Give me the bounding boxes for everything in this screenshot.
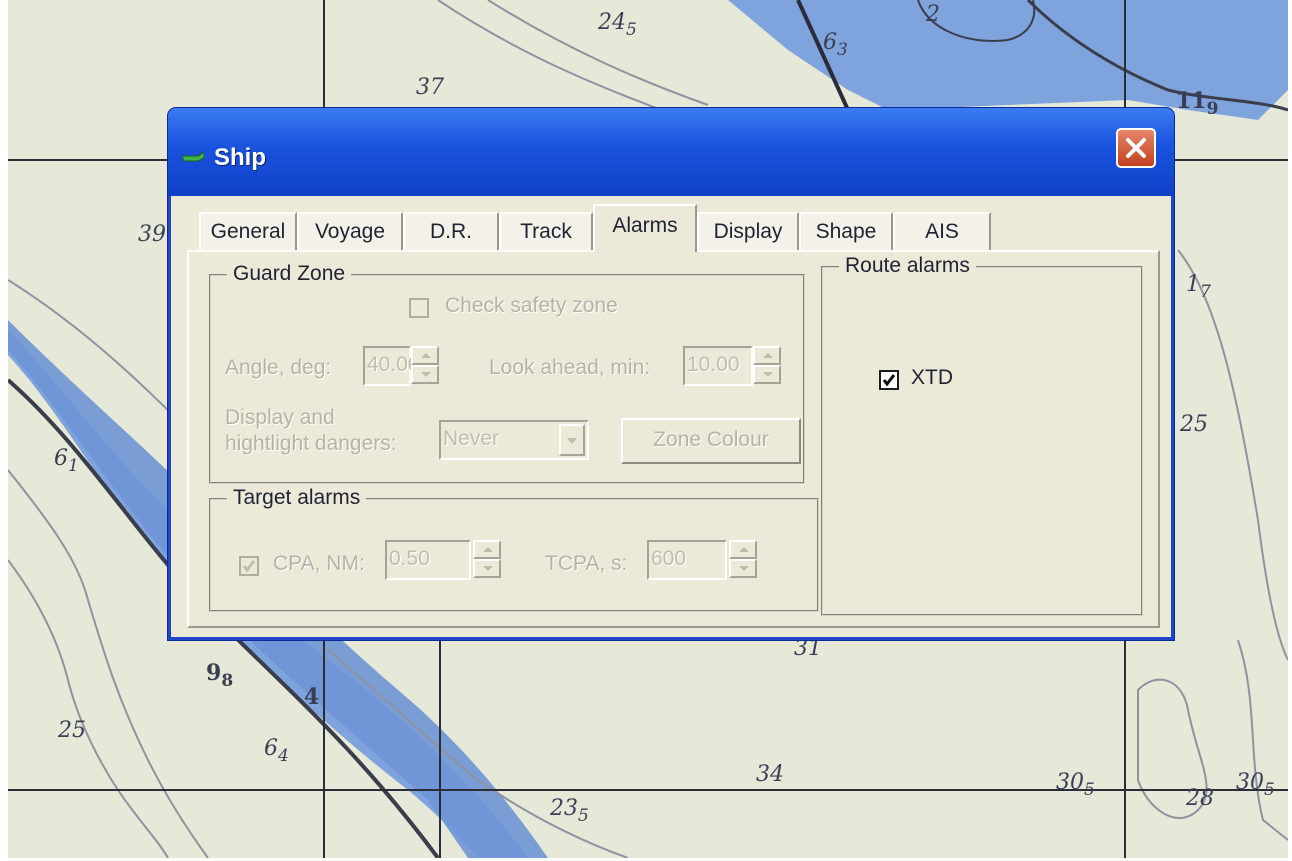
tab-general[interactable]: General [199,212,297,252]
chevron-down-icon[interactable] [559,424,585,456]
dangers-label-line1: Display and [225,406,335,429]
tab-display[interactable]: Display [697,212,799,252]
dialog-title: Ship [214,144,266,171]
depth-sounding: 17 [1186,272,1211,302]
tab-voyage[interactable]: Voyage [297,212,403,252]
depth-sounding: 63 [823,30,848,60]
route-alarms-group: Route alarms XTD [821,254,1143,616]
depth-sounding: 61 [54,446,79,476]
ship-dialog: Ship General Voyage D.R. Track Alarms Di… [168,108,1174,640]
dialog-body: General Voyage D.R. Track Alarms Display… [171,196,1171,637]
dangers-label-line2: hightlight dangers: [225,432,397,455]
xtd-label: XTD [911,366,953,389]
check-safety-zone-label: Check safety zone [445,294,618,317]
route-alarms-legend: Route alarms [839,254,976,278]
look-ahead-label: Look ahead, min: [489,356,651,379]
depth-sounding: 305 [1236,770,1275,800]
depth-sounding: 2 [926,2,940,27]
depth-sounding: 28 [1186,786,1214,811]
depth-contour [1237,639,1288,841]
depth-sounding: 235 [550,796,589,826]
ship-icon [182,151,204,162]
tcpa-label: TCPA, s: [545,552,628,575]
depth-sounding: 4 [304,684,320,710]
spin-up-icon[interactable] [473,540,501,559]
depth-sounding: 34 [756,762,784,787]
spin-down-icon[interactable] [473,559,501,578]
spin-up-icon[interactable] [753,346,781,365]
tab-track[interactable]: Track [499,212,593,252]
tcpa-input[interactable]: 600 [647,540,727,580]
depth-sounding: 64 [264,736,289,766]
check-safety-zone-checkbox[interactable] [409,298,429,318]
cpa-spinner[interactable] [473,540,501,580]
spin-up-icon[interactable] [729,540,757,559]
spin-up-icon[interactable] [411,346,439,365]
spin-down-icon[interactable] [753,365,781,384]
xtd-checkbox[interactable] [879,370,899,390]
check-icon [882,374,896,387]
depth-contour [1177,249,1288,661]
cpa-input[interactable]: 0.50 [385,540,471,580]
depth-sounding: 31 [794,636,822,661]
guard-zone-group: Guard Zone Check safety zone Angle, deg:… [209,262,805,484]
depth-sounding: 98 [206,660,234,691]
angle-label: Angle, deg: [225,356,332,379]
cpa-checkbox[interactable] [239,556,259,576]
tab-shape[interactable]: Shape [799,212,893,252]
depth-contour [8,559,169,858]
depth-sounding: 25 [58,718,86,743]
depth-sounding: 37 [416,75,444,100]
dangers-select[interactable]: Never [439,420,589,460]
depth-sounding: 25 [1180,412,1208,437]
check-icon [242,560,256,573]
dialog-titlebar[interactable]: Ship [168,108,1174,196]
dangers-select-value: Never [443,427,500,450]
guard-zone-legend: Guard Zone [227,262,352,286]
depth-sounding: 39 [138,222,166,247]
look-ahead-input[interactable]: 10.00 [683,346,753,386]
close-icon [1126,138,1146,158]
look-ahead-spinner[interactable] [753,346,781,386]
spin-down-icon[interactable] [729,559,757,578]
tab-dr[interactable]: D.R. [403,212,499,252]
tab-ais[interactable]: AIS [893,212,991,252]
angle-spinner[interactable] [411,346,439,386]
close-button[interactable] [1116,128,1156,168]
depth-sounding: 245 [598,10,637,40]
tab-alarms[interactable]: Alarms [593,204,697,252]
depth-sounding: 305 [1056,770,1095,800]
target-alarms-group: Target alarms CPA, NM: 0.50 TCPA, s: 600 [209,486,819,612]
zone-colour-button[interactable]: Zone Colour [621,418,801,464]
spin-down-icon[interactable] [411,365,439,384]
depth-sounding: 119 [1176,88,1219,119]
alarms-tab-panel: Guard Zone Check safety zone Angle, deg:… [187,250,1160,628]
target-alarms-legend: Target alarms [227,486,367,510]
cpa-label: CPA, NM: [273,552,365,575]
tcpa-spinner[interactable] [729,540,757,580]
angle-input[interactable]: 40.00 [363,346,420,386]
